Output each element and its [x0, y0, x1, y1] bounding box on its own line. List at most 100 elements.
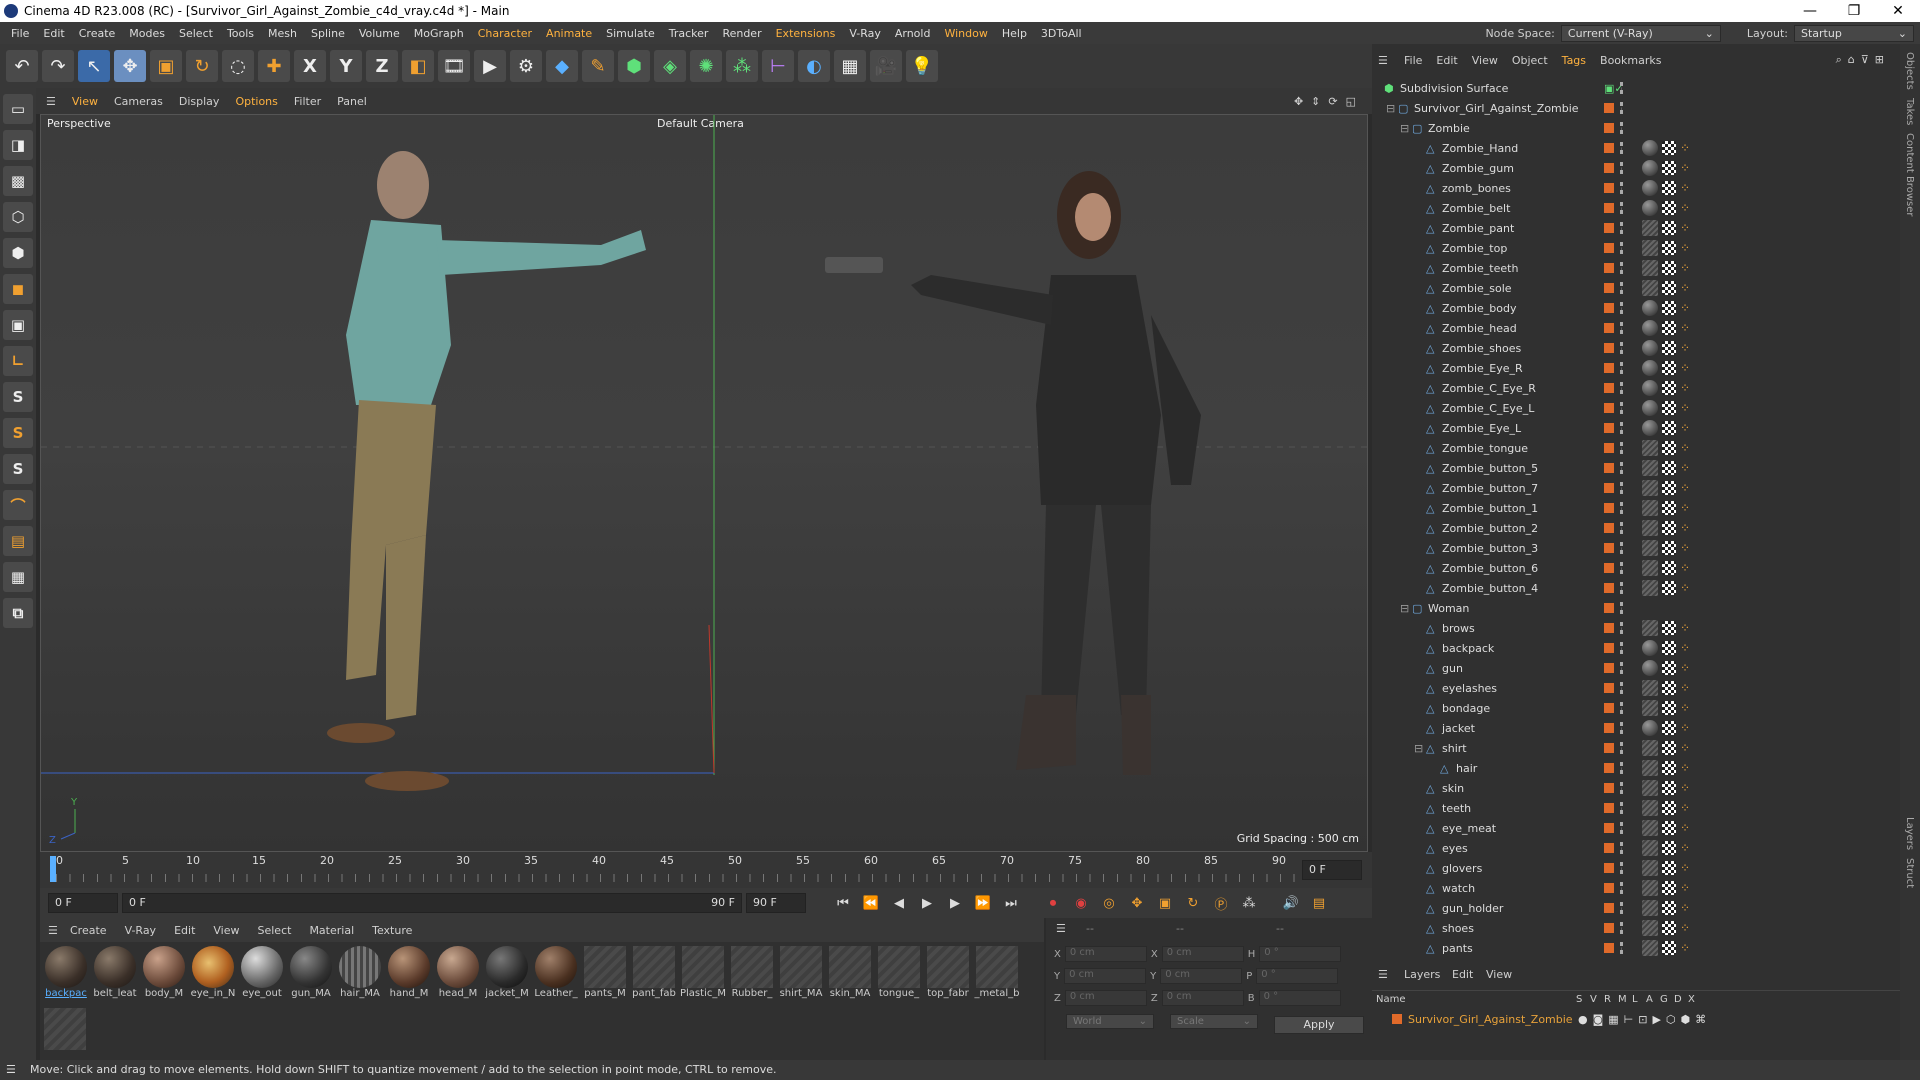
visibility-dots-icon[interactable] [1620, 242, 1624, 254]
phong-tag-icon[interactable]: ⁘ [1680, 481, 1690, 495]
menu-mesh[interactable]: Mesh [261, 27, 304, 40]
object-name[interactable]: watch [1442, 882, 1475, 895]
timeline-window-icon[interactable]: ▤ [1308, 892, 1330, 914]
uvw-tag-icon[interactable] [1662, 701, 1676, 715]
phong-tag-icon[interactable]: ⁘ [1680, 181, 1690, 195]
layer-color-tag[interactable] [1604, 123, 1614, 133]
phong-tag-icon[interactable]: ⁘ [1680, 441, 1690, 455]
object-row[interactable]: △ Zombie_belt ⁘ [1372, 198, 1900, 218]
visibility-dots-icon[interactable] [1620, 482, 1624, 494]
solo-icon[interactable]: S [3, 454, 33, 484]
axis-mode-icon[interactable]: ∟ [3, 346, 33, 376]
visibility-dots-icon[interactable] [1620, 342, 1624, 354]
layer-color-tag[interactable] [1604, 903, 1614, 913]
visibility-dots-icon[interactable] [1620, 602, 1624, 614]
side-tab-layers[interactable]: Layers [1904, 817, 1915, 850]
object-row[interactable]: ⊟ ▢ Woman [1372, 598, 1900, 618]
object-name[interactable]: gun [1442, 662, 1463, 675]
material-tag-icon[interactable] [1642, 400, 1658, 416]
object-row[interactable]: △ Zombie_Eye_R ⁘ [1372, 358, 1900, 378]
apply-button[interactable]: Apply [1274, 1016, 1364, 1034]
prev-key-icon[interactable]: ⏪ [860, 892, 882, 914]
motion-sound-icon[interactable]: 🔊 [1280, 892, 1302, 914]
object-name[interactable]: Zombie_button_2 [1442, 522, 1538, 535]
material-tag-icon[interactable] [1642, 320, 1658, 336]
menu-spline[interactable]: Spline [304, 27, 352, 40]
material-tag-icon[interactable] [1642, 460, 1658, 476]
phong-tag-icon[interactable]: ⁘ [1680, 141, 1690, 155]
visibility-dots-icon[interactable] [1620, 782, 1624, 794]
phong-tag-icon[interactable]: ⁘ [1680, 301, 1690, 315]
layer-menu-view[interactable]: View [1486, 968, 1512, 981]
object-name[interactable]: Zombie_pant [1442, 222, 1514, 235]
object-row[interactable]: △ Zombie_button_5 ⁘ [1372, 458, 1900, 478]
uvw-tag-icon[interactable] [1662, 661, 1676, 675]
material-tag-icon[interactable] [1642, 740, 1658, 756]
phong-tag-icon[interactable]: ⁘ [1680, 881, 1690, 895]
live-select-icon[interactable]: ◌ [222, 50, 254, 82]
object-row[interactable]: △ Zombie_button_7 ⁘ [1372, 478, 1900, 498]
layer-color-tag[interactable] [1604, 943, 1614, 953]
uvw-tag-icon[interactable] [1662, 721, 1676, 735]
size-x-input[interactable]: 0 cm [1161, 946, 1244, 962]
menu-tracker[interactable]: Tracker [662, 27, 716, 40]
object-row[interactable]: ⊟ △ shirt ⁘ [1372, 738, 1900, 758]
visibility-dots-icon[interactable] [1620, 842, 1624, 854]
material-menu-vray[interactable]: V-Ray [125, 924, 157, 937]
move-icon[interactable]: ✥ [114, 50, 146, 82]
auto-key-icon[interactable]: ◉ [1070, 892, 1092, 914]
deformer-icon[interactable]: ⊢ [762, 50, 794, 82]
viewport-menu-view[interactable]: View [72, 95, 98, 108]
object-menu-tags[interactable]: Tags [1562, 54, 1586, 67]
menu-animate[interactable]: Animate [539, 27, 599, 40]
material-tag-icon[interactable] [1642, 180, 1658, 196]
phong-tag-icon[interactable]: ⁘ [1680, 901, 1690, 915]
lock-workplane-icon[interactable]: ⧉ [3, 598, 33, 628]
object-name[interactable]: Zombie_C_Eye_R [1442, 382, 1536, 395]
coord-icon[interactable]: ◧ [402, 50, 434, 82]
material-menu-select[interactable]: Select [258, 924, 292, 937]
uvw-tag-icon[interactable] [1662, 681, 1676, 695]
visibility-dots-icon[interactable] [1620, 682, 1624, 694]
visibility-dots-icon[interactable] [1620, 162, 1624, 174]
layer-color-tag[interactable] [1604, 543, 1614, 553]
layer-color-tag[interactable] [1604, 843, 1614, 853]
visibility-dots-icon[interactable] [1620, 762, 1624, 774]
uvw-tag-icon[interactable] [1662, 901, 1676, 915]
object-row[interactable]: △ eyelashes ⁘ [1372, 678, 1900, 698]
viewport-menu-options[interactable]: Options [235, 95, 277, 108]
phong-tag-icon[interactable]: ⁘ [1680, 741, 1690, 755]
snap-icon[interactable]: S [3, 382, 33, 412]
layer-color-tag[interactable] [1604, 263, 1614, 273]
undo-icon[interactable]: ↶ [6, 50, 38, 82]
coord-system-dropdown[interactable]: World ⌄ [1066, 1014, 1154, 1029]
object-name[interactable]: zomb_bones [1442, 182, 1511, 195]
material-tag-icon[interactable] [1642, 540, 1658, 556]
layer-color-tag[interactable] [1604, 743, 1614, 753]
material-tag-icon[interactable] [1642, 300, 1658, 316]
uvw-tag-icon[interactable] [1662, 421, 1676, 435]
phong-tag-icon[interactable]: ⁘ [1680, 761, 1690, 775]
key-rotation-icon[interactable]: ↻ [1182, 892, 1204, 914]
viewport-nav-icons[interactable]: ✥⇕⟳◱ [1294, 95, 1372, 108]
record-icon[interactable]: ⏺ [1042, 892, 1064, 914]
material-swatch[interactable]: pants_M [583, 946, 627, 999]
material-swatch[interactable]: Rubber_ [730, 946, 774, 999]
layer-color-tag[interactable] [1604, 383, 1614, 393]
menu-extensions[interactable]: Extensions [769, 27, 843, 40]
minimize-button[interactable]: — [1788, 3, 1832, 19]
texture-mode-icon[interactable]: ▩ [3, 166, 33, 196]
add-icon[interactable]: ✚ [258, 50, 290, 82]
object-name[interactable]: shirt [1442, 742, 1467, 755]
material-tag-icon[interactable] [1642, 560, 1658, 576]
material-tag-icon[interactable] [1642, 380, 1658, 396]
material-swatch[interactable]: Plastic_M [680, 946, 726, 999]
material-swatch[interactable]: head_M [436, 946, 480, 999]
uvw-tag-icon[interactable] [1662, 741, 1676, 755]
material-tag-icon[interactable] [1642, 200, 1658, 216]
phong-tag-icon[interactable]: ⁘ [1680, 861, 1690, 875]
menu-volume[interactable]: Volume [352, 27, 407, 40]
object-name[interactable]: Zombie_gum [1442, 162, 1514, 175]
hamburger-icon[interactable]: ☰ [48, 924, 58, 937]
uvw-tag-icon[interactable] [1662, 821, 1676, 835]
